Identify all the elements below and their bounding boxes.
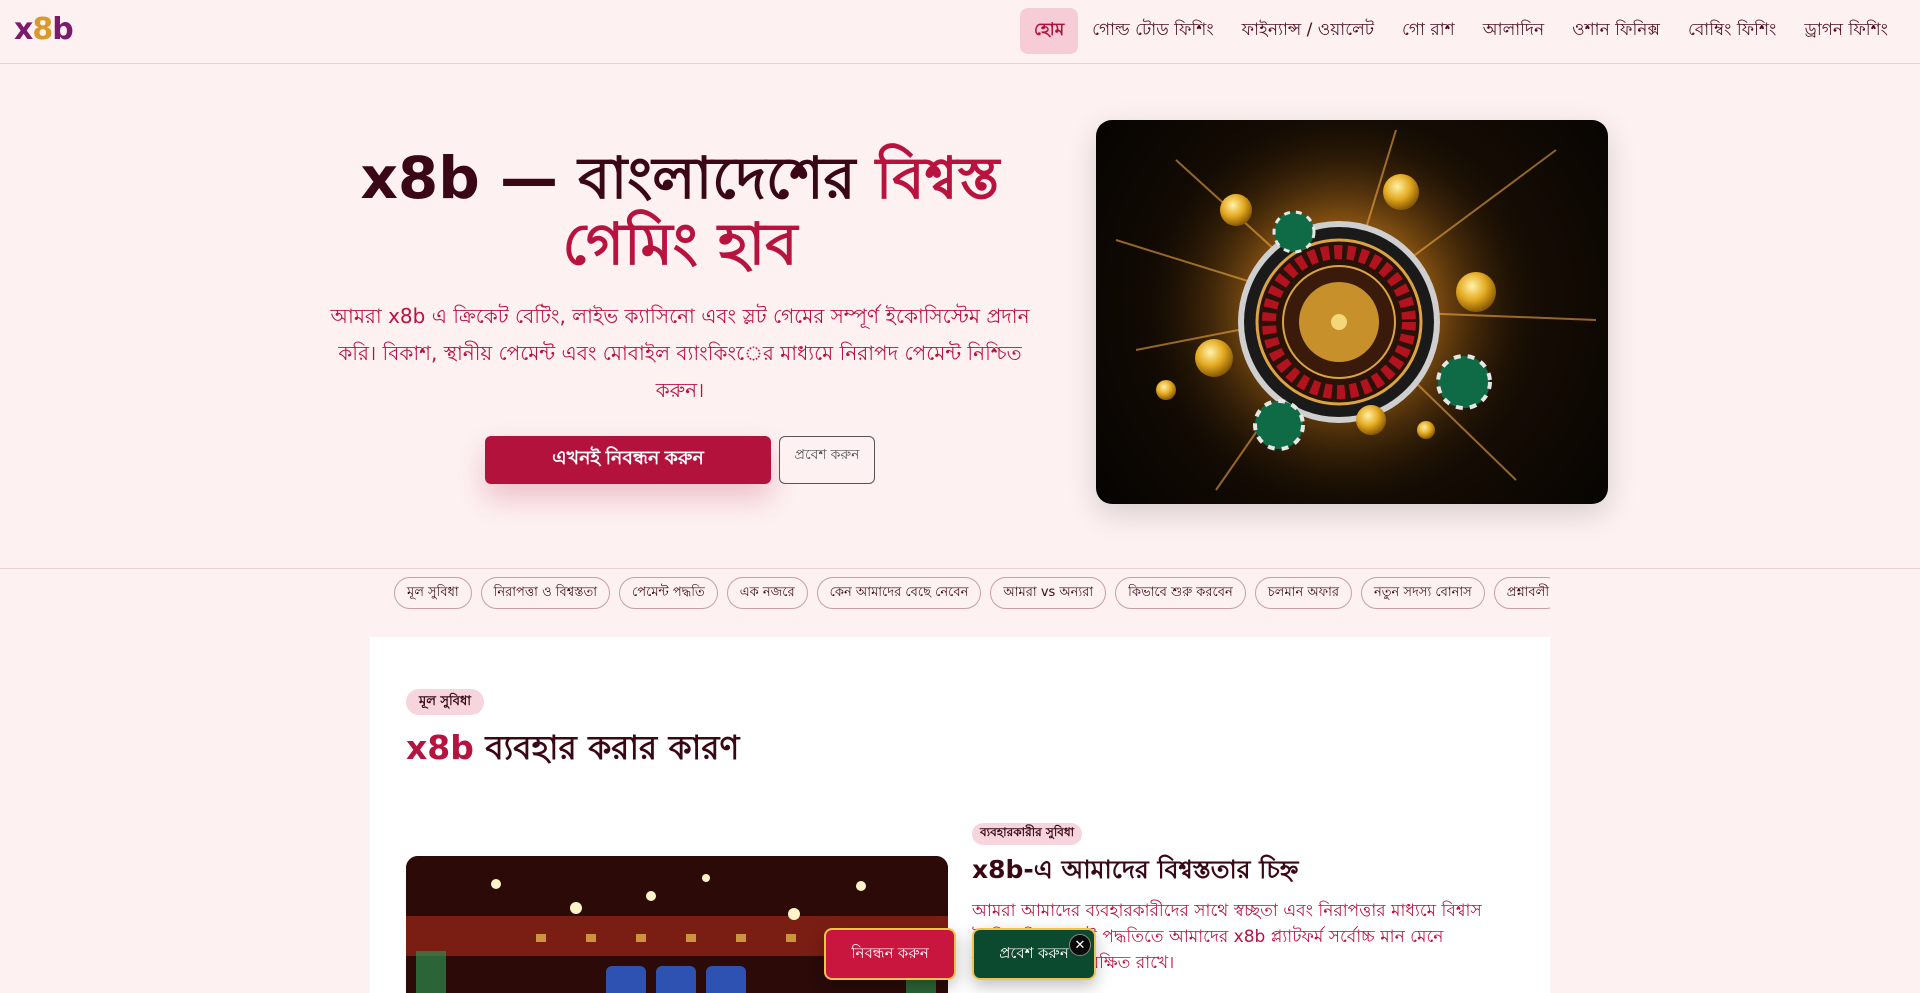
section-chip[interactable]: চলমান অফার <box>1254 577 1353 609</box>
section-chip[interactable]: এক নজরে <box>726 577 808 609</box>
nav-item-finance-wallet[interactable]: ফাইন্যান্স / ওয়ালেট <box>1228 8 1388 54</box>
site-logo[interactable]: x8b <box>14 12 74 47</box>
hero-title: x8b — বাংলাদেশের বিশ্বস্ত গেমিং হাব <box>300 145 1060 277</box>
roulette-hero-image <box>1096 120 1608 504</box>
section-badge: মূল সুবিধা <box>406 689 485 715</box>
nav-item-gold-toad-fishing[interactable]: গোল্ড টোড ফিশিং <box>1078 8 1228 54</box>
hero-title-main: x8b — বাংলাদেশের <box>360 144 876 212</box>
section-chip[interactable]: পেমেন্ট পদ্ধতি <box>619 577 718 609</box>
section-nav: মূল সুবিধা নিরাপত্তা ও বিশ্বস্ততা পেমেন্… <box>394 577 1550 611</box>
nav-item-aladdin[interactable]: আলাদিন <box>1469 8 1558 54</box>
divider <box>0 568 1920 569</box>
nav-item-go-rush[interactable]: গো রাশ <box>1388 8 1469 54</box>
feature-badge: ব্যবহারকারীর সুবিধা <box>972 823 1083 845</box>
section-chip[interactable]: কিভাবে শুরু করবেন <box>1115 577 1246 609</box>
main-nav: হোম গোল্ড টোড ফিশিং ফাইন্যান্স / ওয়ালেট… <box>1019 8 1902 54</box>
section-chip[interactable]: নতুন সদস্য বোনাস <box>1361 577 1485 609</box>
nav-item-bombing-fishing[interactable]: বোম্বিং ফিশিং <box>1674 8 1790 54</box>
section-chip[interactable]: কেন আমাদের বেছে নেবেন <box>816 577 982 609</box>
nav-item-ocean-phoenix[interactable]: ওশান ফিনিক্স <box>1558 8 1674 54</box>
top-header: x8b হোম গোল্ড টোড ফিশিং ফাইন্যান্স / ওয়… <box>0 0 1920 64</box>
logo-b: b <box>52 12 74 47</box>
section-chip[interactable]: আমরা vs অন্যরা <box>990 577 1107 609</box>
nav-item-home[interactable]: হোম <box>1019 8 1079 54</box>
section-title-accent: x8b <box>406 728 474 767</box>
logo-x: x <box>14 12 33 47</box>
close-icon[interactable]: ✕ <box>1069 934 1091 956</box>
feature-title: x8b-এ আমাদের বিশ্বস্ততার চিহ্ন <box>972 855 1299 884</box>
nav-item-dragon-fishing[interactable]: ড্রাগন ফিশিং <box>1790 8 1902 54</box>
login-button[interactable]: প্রবেশ করুন <box>779 436 875 484</box>
section-title: x8b ব্যবহার করার কারণ <box>406 722 739 778</box>
section-title-rest: ব্যবহার করার কারণ <box>473 728 740 767</box>
hero-subtitle: আমরা x8b এ ক্রিকেট বেটিং, লাইভ ক্যাসিনো … <box>330 304 1030 402</box>
register-now-button[interactable]: এখনই নিবন্ধন করুন <box>485 436 771 484</box>
section-chip[interactable]: প্রশ্নাবলী <box>1493 577 1550 609</box>
floating-register-button[interactable]: নিবন্ধন করুন <box>824 928 956 980</box>
logo-8: 8 <box>32 12 53 47</box>
section-chip[interactable]: নিরাপত্তা ও বিশ্বস্ততা <box>480 577 611 609</box>
section-chip[interactable]: মূল সুবিধা <box>394 577 472 609</box>
